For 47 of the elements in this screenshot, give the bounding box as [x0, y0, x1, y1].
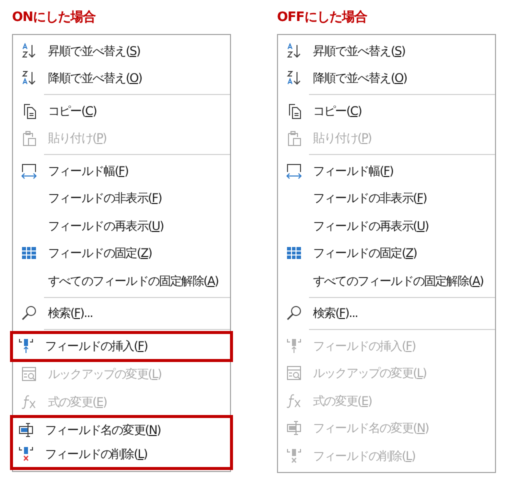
rename-field-icon [286, 420, 302, 436]
menu-item[interactable]: 降順で並べ替え(O) [278, 64, 495, 92]
sort-descending-icon [286, 70, 302, 86]
insert-column-icon [18, 338, 34, 354]
menu-item[interactable]: フィールド幅(F) [13, 157, 230, 184]
menu-item[interactable]: 昇順で並べ替え(S) [278, 37, 495, 64]
delete-column-icon [18, 446, 34, 462]
sort-ascending-icon [286, 42, 302, 59]
menu-item[interactable]: 降順で並べ替え(O) [13, 64, 230, 92]
field-width-icon [21, 162, 37, 179]
menu-item[interactable]: フィールドの再表示(U) [278, 212, 495, 240]
section-heading: ONにした場合 [12, 9, 97, 27]
paste-icon [286, 130, 302, 146]
search-icon [286, 305, 302, 322]
sort-ascending-icon [21, 42, 37, 59]
sort-descending-icon [21, 70, 37, 86]
function-icon [286, 392, 302, 409]
menu-item[interactable]: フィールド幅(F) [278, 157, 495, 184]
grid-icon [286, 245, 302, 262]
paste-icon [21, 130, 37, 146]
menu-item[interactable]: フィールドの非表示(F) [13, 184, 230, 212]
copy-icon [286, 102, 302, 119]
menu-item[interactable]: フィールドの非表示(F) [278, 184, 495, 212]
function-icon [21, 394, 37, 410]
menu-item[interactable]: 検索(F)... [13, 300, 230, 327]
menu-item[interactable]: フィールド名の変更(N) [13, 418, 230, 442]
menu-item[interactable]: フィールドの挿入(F) [13, 334, 230, 358]
delete-column-icon [286, 448, 302, 464]
copy-icon [21, 102, 37, 119]
menu-item[interactable]: フィールドの固定(Z) [278, 240, 495, 267]
menu-item[interactable]: フィールドの削除(L) [13, 442, 230, 466]
menu-item[interactable]: フィールドの再表示(U) [13, 212, 230, 240]
section-heading: OFFにした場合 [277, 9, 368, 27]
lookup-icon [21, 366, 37, 382]
menu-item[interactable]: コピー(C) [13, 97, 230, 124]
field-width-icon [286, 162, 302, 179]
menu-item[interactable]: 昇順で並べ替え(S) [13, 37, 230, 64]
menu-item[interactable]: フィールドの固定(Z) [13, 240, 230, 267]
menu-item[interactable]: コピー(C) [278, 97, 495, 124]
menu-item[interactable]: すべてのフィールドの固定解除(A) [13, 267, 230, 294]
rename-field-icon [18, 422, 34, 438]
menu-item[interactable]: 検索(F)... [278, 300, 495, 327]
insert-column-icon [286, 338, 302, 354]
search-icon [21, 305, 37, 322]
lookup-icon [286, 365, 302, 382]
menu-item[interactable]: すべてのフィールドの固定解除(A) [278, 267, 495, 294]
grid-icon [21, 245, 37, 262]
